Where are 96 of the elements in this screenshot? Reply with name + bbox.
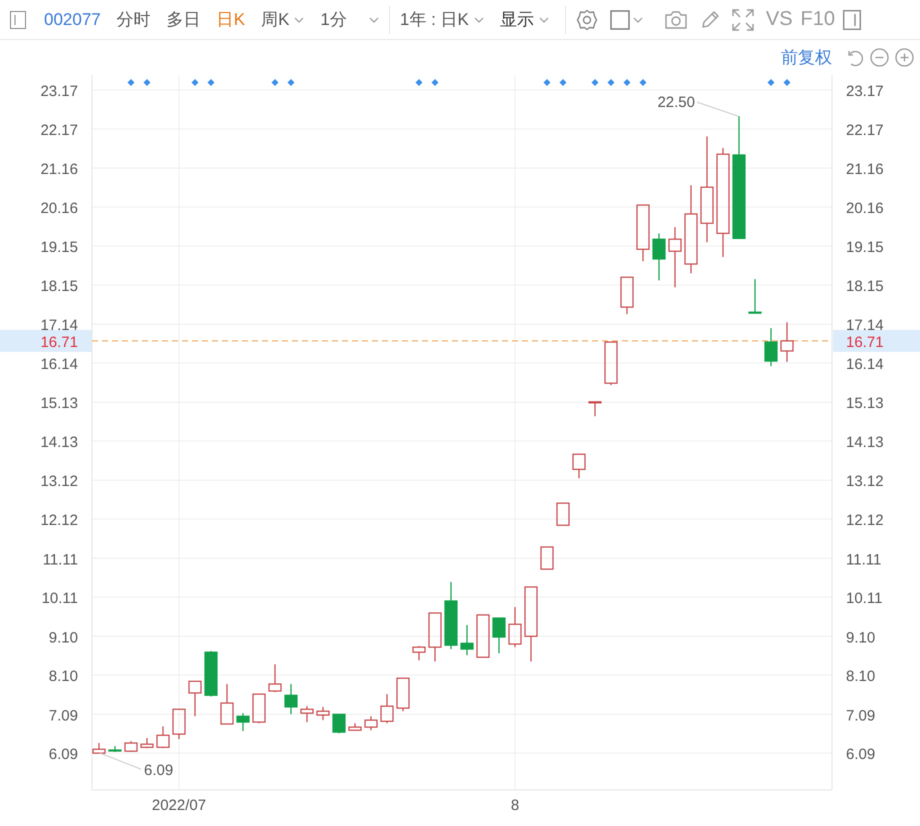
candlestick <box>268 664 282 693</box>
candlestick <box>284 683 298 715</box>
camera-icon[interactable] <box>664 10 688 30</box>
event-marker-icon[interactable] <box>560 79 566 86</box>
candlestick <box>140 737 154 749</box>
high-price-label: 22.50 <box>657 94 695 112</box>
event-marker-icon[interactable] <box>208 79 214 86</box>
axis-label: 22.17 <box>846 122 884 139</box>
current-price-label: 16.71 <box>846 334 884 351</box>
undo-icon[interactable] <box>846 48 864 66</box>
axis-label: 18.15 <box>40 278 78 295</box>
adjust-mode-link[interactable]: 前复权 <box>781 46 832 69</box>
axis-label: 23.17 <box>40 83 78 100</box>
event-marker-icon[interactable] <box>608 79 614 86</box>
axis-label: 19.15 <box>40 239 78 256</box>
axis-label: 15.13 <box>40 395 78 412</box>
pencil-icon[interactable] <box>700 10 720 30</box>
axis-label: 12.12 <box>40 512 78 530</box>
leader-line <box>100 752 142 770</box>
axis-label: 12.12 <box>846 512 884 530</box>
axis-label: 7.09 <box>846 707 876 724</box>
axis-label: 23.17 <box>846 83 884 100</box>
axis-label: 16.14 <box>846 356 884 374</box>
candlestick <box>540 546 554 570</box>
candlestick <box>780 322 794 362</box>
axis-label: 19.15 <box>846 239 884 256</box>
axis-label: 13.12 <box>40 473 78 490</box>
event-marker-icon[interactable] <box>624 79 630 86</box>
axis-label: 16.14 <box>40 356 78 374</box>
event-marker-icon[interactable] <box>144 79 150 86</box>
candlestick <box>636 204 650 262</box>
candlestick <box>204 650 218 698</box>
axis-label: 21.16 <box>846 161 884 178</box>
candlestick <box>188 680 202 717</box>
period-tab[interactable]: 1分 <box>320 8 379 31</box>
event-marker-icon[interactable] <box>784 79 790 86</box>
event-marker-icon[interactable] <box>416 79 422 86</box>
event-marker-icon[interactable] <box>768 79 774 86</box>
axis-label: 7.09 <box>48 707 78 724</box>
settings-icon[interactable] <box>576 8 598 30</box>
candlestick <box>604 341 618 386</box>
period-tab[interactable]: 多日 <box>166 8 201 31</box>
event-marker-icon[interactable] <box>640 79 646 86</box>
event-marker-icon[interactable] <box>592 79 598 86</box>
candlestick <box>620 276 634 315</box>
candlestick <box>412 645 426 661</box>
axis-label: 9.10 <box>48 629 78 646</box>
axis-label: 21.16 <box>40 161 78 178</box>
fullscreen-icon[interactable] <box>732 8 754 30</box>
axis-label: 17.14 <box>846 317 884 334</box>
square-dropdown-icon[interactable] <box>610 10 644 30</box>
range-dropdown[interactable]: 1年 : 日K <box>400 8 484 31</box>
low-price-label: 6.09 <box>144 762 174 780</box>
period-tab[interactable]: 周K <box>261 8 304 31</box>
event-marker-icon[interactable] <box>192 79 198 86</box>
axis-label: 22.17 <box>40 122 78 139</box>
candlestick <box>556 502 570 526</box>
zoom-out-icon[interactable] <box>870 48 889 67</box>
axis-label: 14.13 <box>846 434 884 452</box>
axis-label: 11.11 <box>42 551 78 568</box>
axis-label: 11.11 <box>846 551 882 568</box>
axis-label: 6.09 <box>846 746 876 764</box>
caret-icon <box>474 16 484 22</box>
axis-label: 6.09 <box>48 746 78 764</box>
axis-label: 8.10 <box>48 668 78 686</box>
side-panel-icon[interactable] <box>843 10 862 30</box>
event-marker-icon[interactable] <box>288 79 294 86</box>
axis-label: 18.15 <box>846 278 884 295</box>
stock-code[interactable]: 002077 <box>44 10 101 30</box>
event-marker-icon[interactable] <box>544 79 550 86</box>
current-price-label: 16.71 <box>40 334 78 351</box>
axis-label: 8.10 <box>846 668 876 686</box>
display-dropdown[interactable]: 显示 <box>500 8 549 31</box>
axis-label: 20.16 <box>40 200 78 217</box>
event-marker-icon[interactable] <box>272 79 278 86</box>
axis-label: 10.11 <box>42 590 78 608</box>
zoom-in-icon[interactable] <box>895 48 914 67</box>
caret-icon <box>538 16 549 22</box>
axis-label: 13.12 <box>846 473 884 490</box>
axis-label: 14.13 <box>40 434 78 452</box>
leader-line <box>696 102 738 117</box>
axis-label: 9.10 <box>846 629 876 646</box>
date-label: 2022/07 <box>152 797 206 814</box>
candlestick <box>124 740 138 753</box>
axis-label: 10.11 <box>846 590 882 608</box>
axis-label: 15.13 <box>846 395 884 412</box>
candlestick <box>428 612 442 662</box>
candlestick <box>764 327 778 367</box>
period-tab[interactable]: 分时 <box>116 8 151 31</box>
event-marker-icon[interactable] <box>432 79 438 86</box>
date-label: 8 <box>510 797 520 814</box>
candlestick <box>588 401 602 417</box>
axis-label: 17.14 <box>40 317 78 334</box>
sidebar-toggle-icon[interactable] <box>10 10 26 28</box>
event-marker-icon[interactable] <box>128 79 134 86</box>
axis-label: 20.16 <box>846 200 884 217</box>
